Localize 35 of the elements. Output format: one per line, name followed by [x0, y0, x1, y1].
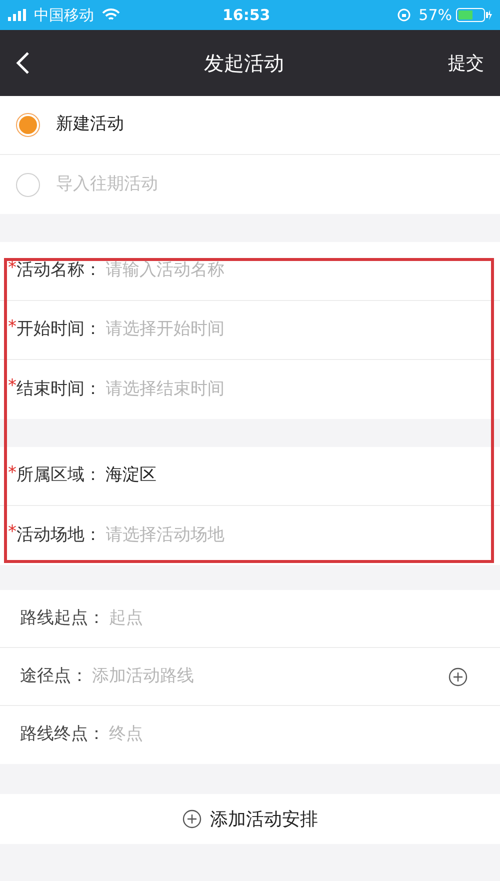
wifi-icon	[102, 8, 120, 22]
add-schedule-button[interactable]: 添加活动安排	[0, 794, 500, 844]
field-label: 活动场地：	[16, 524, 102, 547]
input-field[interactable]: 请输入活动名称	[106, 258, 484, 284]
required-mark: *	[8, 521, 16, 544]
required-mark: *	[8, 462, 16, 485]
rotation-lock-icon	[396, 8, 411, 22]
back-icon	[16, 51, 30, 75]
radio-option[interactable]: 新建活动	[0, 96, 500, 155]
field-label: 所属区域：	[16, 464, 102, 488]
required-mark: *	[8, 316, 16, 339]
battery-percent: 57%	[418, 4, 452, 26]
required-mark: *	[8, 257, 16, 280]
add-waypoint-button[interactable]	[448, 666, 468, 686]
field-label: 路线终点：	[20, 723, 105, 746]
field-label: 活动名称：	[16, 259, 102, 282]
input-field[interactable]: 请选择结束时间	[106, 376, 484, 402]
field-label: 开始时间：	[16, 318, 102, 342]
field-label: 路线起点：	[20, 606, 105, 630]
plus-icon	[182, 809, 202, 829]
required-mark: *	[8, 375, 16, 398]
carrier-text: 中国移动	[34, 4, 94, 26]
battery-icon	[456, 8, 492, 22]
plus-icon	[448, 666, 468, 686]
input-field[interactable]: 请选择开始时间	[106, 317, 484, 343]
input-field[interactable]: 请选择活动场地	[106, 522, 484, 548]
input-field[interactable]: 起点	[109, 606, 468, 632]
clock-time: 16:53	[222, 4, 270, 26]
field-label: 结束时间：	[16, 378, 102, 401]
input-field[interactable]: 海淀区	[106, 463, 484, 489]
submit-button[interactable]: 提交	[448, 50, 484, 76]
input-field[interactable]: 终点	[109, 722, 468, 748]
page-title: 发起活动	[204, 50, 284, 77]
field-label: 途径点：	[20, 664, 88, 688]
input-field[interactable]: 添加活动路线	[92, 664, 448, 690]
